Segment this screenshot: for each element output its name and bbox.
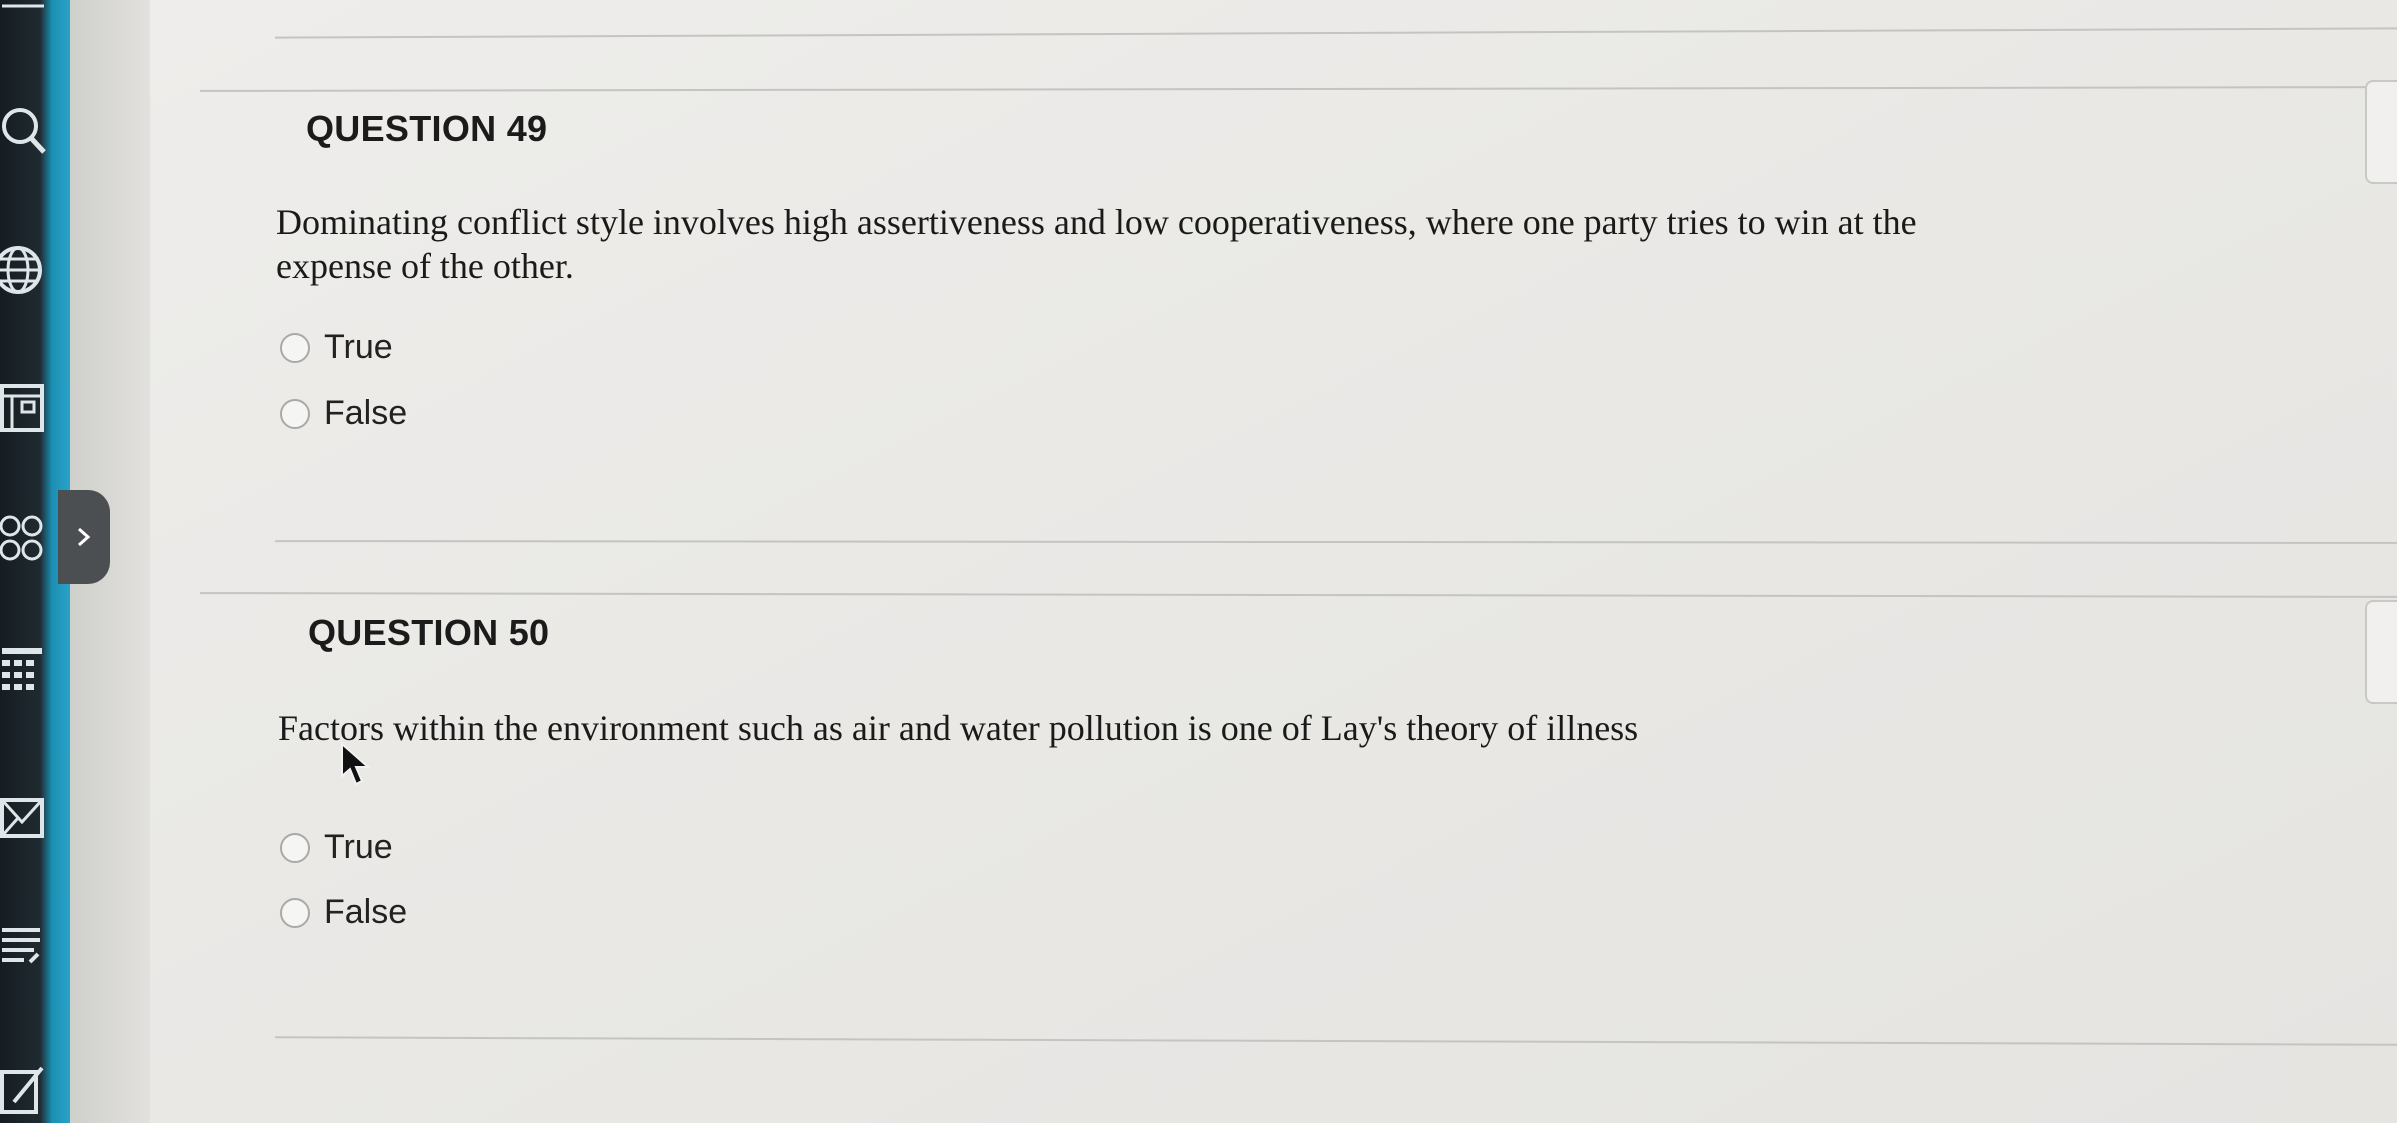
document-icon[interactable] (0, 378, 46, 438)
search-icon[interactable] (0, 100, 46, 160)
menu-icon[interactable] (0, 0, 46, 38)
divider (275, 1036, 2397, 1046)
radio-button[interactable] (280, 332, 310, 363)
option-label: False (324, 394, 408, 432)
option-true[interactable]: True (280, 828, 393, 867)
group-icon[interactable] (0, 508, 46, 568)
option-label: True (324, 828, 393, 866)
chevron-right-icon (78, 527, 91, 547)
points-box (2365, 80, 2397, 184)
quiz-content: QUESTION 49 Dominating conflict style in… (150, 0, 2397, 1123)
question-text-line: Dominating conflict style involves high … (276, 202, 1917, 242)
list-icon[interactable] (0, 920, 46, 980)
divider (274, 540, 2397, 544)
option-true[interactable]: True (280, 328, 393, 367)
radio-button[interactable] (280, 897, 310, 928)
divider (199, 592, 2397, 598)
divider (275, 27, 2397, 39)
question-text-line: Factors within the environment such as a… (278, 708, 1639, 748)
question-heading: QUESTION 49 (306, 108, 548, 149)
option-false[interactable]: False (280, 394, 407, 433)
option-label: False (324, 893, 408, 931)
radio-button[interactable] (280, 398, 310, 429)
option-false[interactable]: False (280, 893, 407, 932)
sidebar-toggle-button[interactable] (58, 490, 110, 584)
edit-icon[interactable] (0, 1060, 46, 1120)
mouse-cursor-icon (341, 742, 371, 786)
calendar-icon[interactable] (0, 640, 46, 700)
divider (199, 86, 2397, 92)
globe-icon[interactable] (0, 240, 46, 300)
question-heading: QUESTION 50 (308, 612, 550, 653)
option-label: True (324, 328, 393, 366)
mail-icon[interactable] (0, 790, 46, 850)
radio-button[interactable] (280, 832, 310, 863)
question-text-line: expense of the other. (276, 246, 574, 286)
points-box (2365, 600, 2397, 704)
